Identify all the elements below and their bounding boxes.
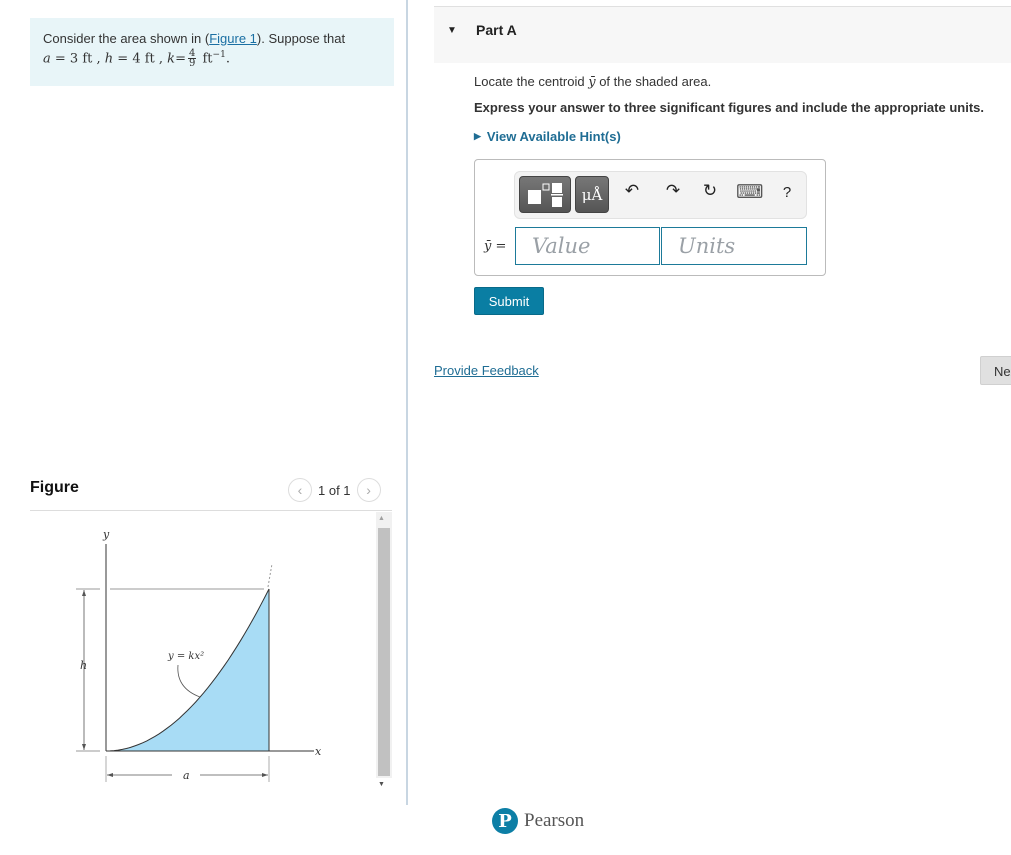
figure-link[interactable]: Figure 1	[209, 31, 257, 46]
y-bar-symbol: ȳ	[588, 75, 596, 90]
pearson-p-icon: P	[492, 808, 518, 834]
value-input[interactable]	[515, 227, 660, 265]
k-denominator: 9	[188, 58, 196, 70]
redo-icon: ↷	[665, 181, 681, 200]
reset-button[interactable]: ↻	[699, 181, 721, 201]
part-a-header[interactable]	[434, 6, 1011, 63]
shaded-area	[106, 589, 269, 751]
question-text-end: of the shaded area.	[599, 74, 712, 89]
curve-dashed-extension	[267, 563, 273, 588]
y-axis-label: y	[102, 528, 110, 541]
figure-image: h a y x y = kx²	[76, 528, 322, 782]
pearson-logo: P Pearson	[492, 808, 584, 834]
help-button[interactable]: ?	[776, 184, 798, 201]
y-bar-equals: ȳ =	[484, 239, 507, 254]
problem-intro-end: ). Suppose that	[256, 31, 346, 46]
scroll-down-arrow-icon[interactable]: ▼	[378, 781, 385, 788]
h-label: h	[80, 659, 87, 672]
h-arrow-bottom	[82, 744, 86, 750]
caret-right-icon: ▶	[474, 131, 481, 141]
figure-title: Figure	[30, 479, 79, 496]
problem-values: a = 3 ft , h = 4 ft , k= 4 9 ft−1.	[43, 47, 381, 70]
value-a: = 3 ft ,	[54, 51, 101, 67]
var-a: a	[43, 51, 51, 67]
period: .	[225, 51, 230, 67]
keyboard-icon: ⌨	[736, 182, 764, 203]
chevron-left-icon: ‹	[297, 482, 303, 498]
curve-label-leader	[177, 664, 201, 698]
reset-icon: ↻	[702, 181, 718, 200]
question-text-start: Locate the centroid	[474, 74, 585, 89]
redo-button[interactable]: ↷	[662, 181, 684, 201]
h-arrow-top	[82, 590, 86, 596]
problem-statement: Consider the area shown in (Figure 1). S…	[30, 18, 394, 86]
answer-instructions: Express your answer to three significant…	[474, 100, 984, 115]
units-input[interactable]	[661, 227, 807, 265]
a-arrow-right	[262, 773, 268, 777]
submit-button[interactable]: Submit	[474, 287, 544, 315]
view-hints-toggle[interactable]: ▶ View Available Hint(s)	[474, 129, 621, 144]
k-equals: =	[175, 51, 186, 67]
x-axis-label: x	[315, 745, 322, 758]
k-unit: ft	[202, 51, 213, 67]
next-label: Next	[994, 364, 1011, 379]
next-figure-button[interactable]: ›	[356, 478, 381, 502]
question-text: Locate the centroid ȳ of the shaded area…	[474, 74, 711, 90]
figure-scrollbar-thumb[interactable]	[378, 528, 390, 776]
var-k: k	[167, 51, 176, 67]
curve-equation-label: y = kx²	[167, 651, 204, 662]
hint-label: View Available Hint(s)	[486, 129, 621, 144]
part-a-title: Part A	[476, 22, 517, 38]
k-fraction: 49	[187, 49, 197, 70]
keyboard-button[interactable]: ⌨	[736, 181, 764, 204]
k-exponent: −1	[212, 50, 226, 60]
units-symbol-icon: μÅ	[581, 185, 603, 204]
pager-text: 1 of 1	[318, 482, 351, 498]
next-button[interactable]: Next	[980, 356, 1011, 385]
panel-divider[interactable]	[406, 0, 408, 805]
value-h: = 4 ft ,	[117, 51, 164, 67]
scroll-up-arrow-icon[interactable]: ▲	[378, 515, 385, 522]
templates-button[interactable]	[519, 176, 571, 213]
answer-label: ȳ =	[484, 238, 506, 254]
figure-divider	[30, 510, 392, 511]
chevron-right-icon: ›	[366, 482, 371, 498]
provide-feedback-link[interactable]: Provide Feedback	[434, 363, 539, 378]
undo-icon: ↶	[624, 181, 640, 200]
var-h: h	[104, 51, 114, 67]
figure-pager: ‹ 1 of 1 ›	[288, 478, 381, 502]
undo-button[interactable]: ↶	[621, 181, 643, 201]
fraction-template-icon	[528, 182, 563, 207]
collapse-caret-icon[interactable]: ▼	[447, 25, 457, 36]
pearson-wordmark: Pearson	[524, 810, 585, 831]
units-button[interactable]: μÅ	[575, 176, 609, 213]
help-icon: ?	[782, 184, 792, 201]
prev-figure-button[interactable]: ‹	[288, 478, 312, 502]
a-label: a	[183, 769, 190, 782]
problem-intro: Consider the area shown in (	[43, 31, 210, 46]
a-arrow-left	[107, 773, 113, 777]
